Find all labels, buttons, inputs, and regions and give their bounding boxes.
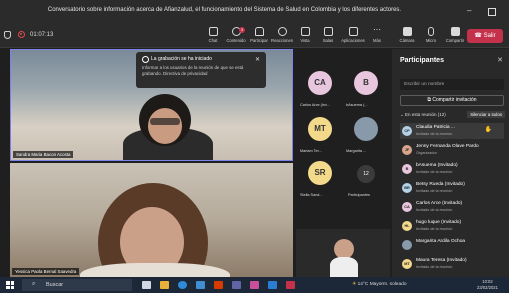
participant-gallery: CA Carlos Arce (Inv... B bAsuema (... MT… (294, 49, 392, 277)
hand-icon (254, 27, 264, 36)
office-icon[interactable] (214, 281, 223, 289)
participant-name-tag: Yessica Paola Bernal Saavedra (12, 268, 80, 275)
camera-icon (402, 27, 412, 36)
share-invitation-button[interactable]: ⧉ Compartir invitación (400, 95, 504, 106)
window-title: Conversatorio sobre información acerca d… (47, 7, 402, 13)
meeting-toolbar: 01:07:13 Chat 3 Contenido Participar Rea… (0, 24, 509, 48)
avatar[interactable]: MT (308, 117, 332, 141)
recording-icon (18, 31, 25, 38)
avatar: JF (402, 145, 412, 155)
task-view-icon[interactable] (142, 281, 151, 289)
avatar: MT (402, 259, 412, 269)
participant-row[interactable]: CP Claudia Patricia ... Invitado de la r… (400, 123, 504, 139)
apps-icon (348, 27, 358, 36)
participant-row[interactable]: MT Maura Teresa (Invitado) Invitado de l… (400, 256, 504, 272)
taskbar-search-input[interactable]: ⌕ Buscar (22, 279, 132, 291)
taskbar-clock[interactable]: 10:02 23/02/2021 (477, 279, 498, 290)
phone-icon: ☎ (474, 33, 484, 39)
recording-notification: La grabación se ha iniciado Informar a l… (136, 52, 266, 88)
edge-icon[interactable] (178, 281, 187, 289)
avatar: B (402, 164, 412, 174)
avatar[interactable]: SR (308, 161, 332, 185)
participant-row[interactable]: CA Carlos Arce (Invitado) Invitado de la… (400, 199, 504, 215)
file-explorer-icon[interactable] (160, 281, 169, 289)
window-title-bar: Conversatorio sobre información acerca d… (0, 0, 509, 24)
panel-title: Participantes (400, 57, 444, 64)
share-button[interactable]: Compartir (440, 27, 470, 47)
weather-widget[interactable]: ☀ 14°C Mayorm. soleado (352, 282, 406, 287)
teams-icon[interactable] (232, 281, 241, 289)
grid-icon (300, 27, 310, 36)
participant-row[interactable]: JF Jenny Fernanda Olave Pardo Organizado… (400, 142, 504, 158)
emoji-icon (277, 27, 287, 36)
participant-row[interactable]: HL hugo luque (Invitado) Invitado de la … (400, 218, 504, 234)
windows-taskbar: ⌕ Buscar ☀ 14°C Mayorm. soleado 10:02 23… (0, 277, 509, 293)
participant-name-tag: Sandra Maria Bacon Acosta (13, 151, 74, 158)
participant-row[interactable]: Margarita Ardila Ochoa (400, 237, 504, 253)
share-icon (450, 27, 460, 36)
avatar: BR (402, 183, 412, 193)
word-icon[interactable] (268, 281, 277, 289)
more-icon: ··· (373, 25, 381, 34)
shield-icon (4, 31, 11, 39)
notification-title: La grabación se ha iniciado (142, 56, 260, 63)
mic-icon (428, 27, 434, 36)
leave-button[interactable]: ☎ Salir (467, 29, 503, 43)
self-view (296, 229, 390, 277)
hand-icon: ✋ (484, 127, 492, 133)
notification-body: Informar a los usuarios de la reunión de… (142, 65, 244, 76)
store-icon[interactable] (196, 281, 205, 289)
more-button[interactable]: ··· Más (362, 25, 392, 47)
powerpoint-icon[interactable] (286, 281, 295, 289)
avatar-photo (402, 240, 412, 250)
chat-icon (208, 27, 218, 36)
participant-row[interactable]: B bAsuema (Invitado) Invitado de la reun… (400, 161, 504, 177)
avatar[interactable]: CA (308, 71, 332, 95)
avatar: CP (402, 126, 412, 136)
avatar[interactable]: B (354, 71, 378, 95)
windows-start-icon[interactable] (6, 281, 14, 289)
section-header[interactable]: ⌄ En esta reunión (12) (400, 112, 446, 118)
participant-row[interactable]: BR Betsy Rueda (Invitado) Invitado de la… (400, 180, 504, 196)
app-icon[interactable] (250, 281, 259, 289)
avatar-photo[interactable] (354, 117, 378, 141)
minimize-icon[interactable]: – (467, 6, 471, 16)
avatar: CA (402, 202, 412, 212)
search-input[interactable]: Escribir un nombre (400, 79, 504, 90)
search-icon: ⌕ (32, 281, 36, 287)
video-tile-yessica[interactable]: Yessica Paola Bernal Saavedra (10, 163, 293, 277)
meeting-timer: 01:07:13 (30, 32, 54, 38)
close-icon[interactable]: ✕ (497, 56, 503, 64)
rooms-icon (323, 27, 333, 36)
mute-all-button[interactable]: Silenciar a todos (467, 111, 505, 118)
participants-panel: Participantes ✕ Escribir un nombre ⧉ Com… (392, 49, 509, 277)
glasses (150, 118, 180, 125)
more-participants-button[interactable]: 12 (357, 165, 375, 183)
maximize-icon[interactable] (488, 8, 496, 16)
close-icon[interactable]: ✕ (255, 56, 260, 63)
avatar: HL (402, 221, 412, 231)
